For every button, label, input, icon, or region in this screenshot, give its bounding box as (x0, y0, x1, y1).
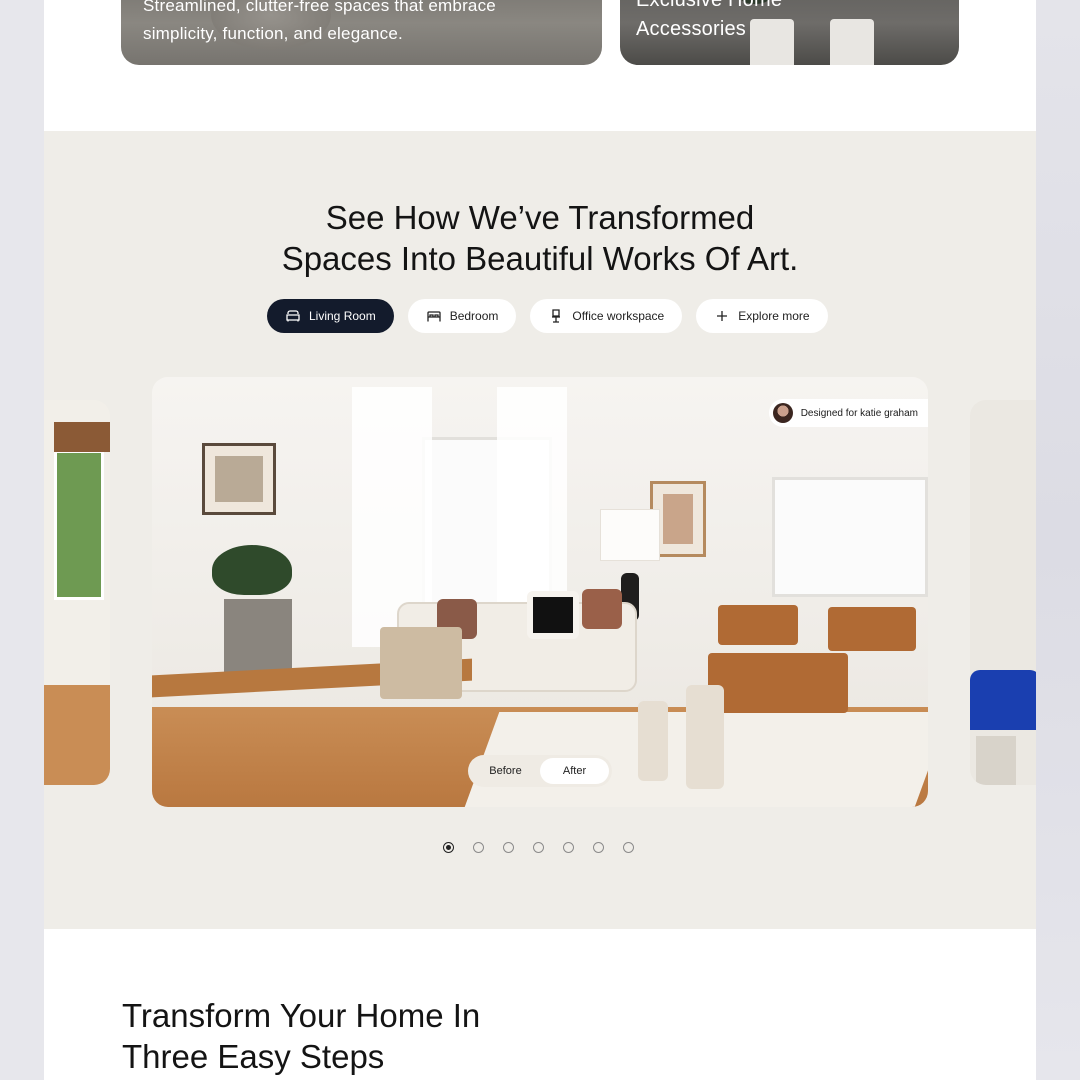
card-title: Exclusive Home Accessories (636, 0, 783, 40)
right-gutter (1036, 0, 1080, 1080)
page: Streamlined, clutter-free spaces that em… (44, 0, 1036, 1080)
previous-slide-preview[interactable] (44, 400, 110, 785)
accessories-card[interactable]: Exclusive Home Accessories (620, 0, 959, 65)
carousel-pagination (443, 842, 634, 853)
left-gutter (0, 0, 44, 1080)
carousel-dot[interactable] (473, 842, 484, 853)
carousel-dot[interactable] (503, 842, 514, 853)
room-tabs: Living Room Bedroom Office workspace Exp… (267, 299, 828, 333)
before-button[interactable]: Before (471, 758, 540, 784)
tab-explore-more[interactable]: Explore more (696, 299, 828, 333)
tab-bedroom[interactable]: Bedroom (407, 299, 517, 333)
transformations-section: See How We’ve Transformed Spaces Into Be… (44, 131, 1036, 929)
carousel-dot[interactable] (443, 842, 454, 853)
steps-heading: Transform Your Home In Three Easy Steps (122, 997, 481, 1075)
tab-living-room[interactable]: Living Room (267, 299, 394, 333)
section-heading: See How We’ve Transformed Spaces Into Be… (281, 199, 799, 277)
card-description: Streamlined, clutter-free spaces that em… (143, 0, 496, 43)
carousel-dot[interactable] (623, 842, 634, 853)
sofa-icon (286, 310, 300, 322)
avatar (772, 403, 793, 423)
transformation-slide: Designed for katie graham Before After (152, 377, 928, 807)
office-chair-icon (552, 309, 561, 323)
next-slide-preview[interactable] (970, 400, 1036, 785)
designer-badge[interactable]: Designed for katie graham (768, 399, 928, 427)
card-image (830, 19, 874, 65)
minimalist-card[interactable]: Streamlined, clutter-free spaces that em… (121, 0, 602, 65)
after-button[interactable]: After (540, 758, 609, 784)
carousel-dot[interactable] (533, 842, 544, 853)
wall-art (202, 443, 276, 515)
tab-office-workspace[interactable]: Office workspace (530, 299, 683, 333)
carousel-dot[interactable] (563, 842, 574, 853)
bed-icon (427, 311, 441, 322)
plus-icon (717, 311, 728, 321)
carousel-dot[interactable] (593, 842, 604, 853)
before-after-toggle: Before After (468, 755, 612, 787)
